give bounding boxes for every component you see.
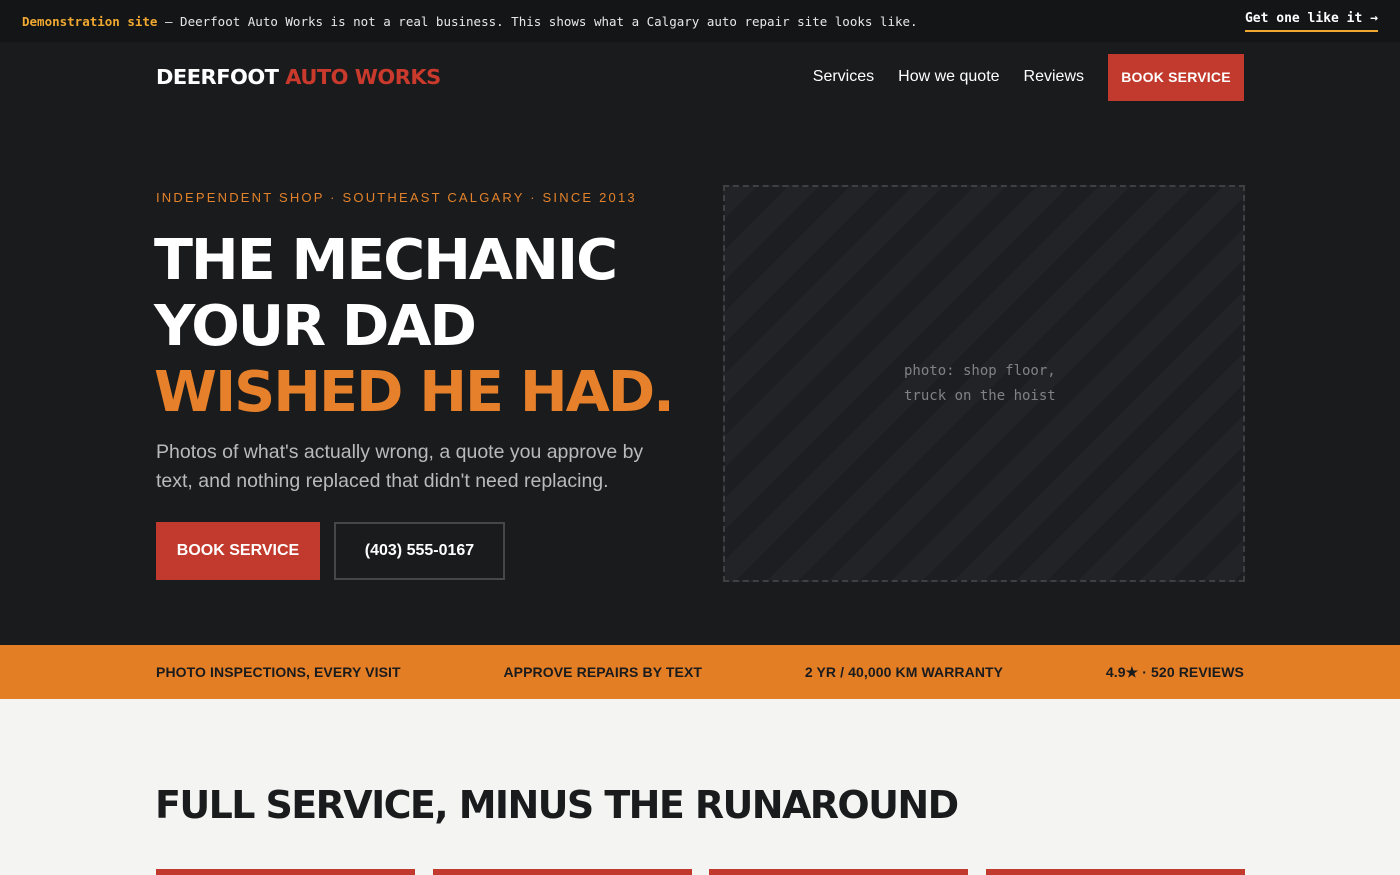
logo-accent-text: AUTO WORKS <box>285 65 441 89</box>
trust-item-photo-inspections: PHOTO INSPECTIONS, EVERY VISIT <box>156 664 401 680</box>
nav-links: Services How we quote Reviews BOOK SERVI… <box>789 53 1244 101</box>
trust-item-warranty: 2 YR / 40,000 KM WARRANTY <box>804 664 1004 680</box>
demo-message: — Deerfoot Auto Works is not a real busi… <box>157 13 918 29</box>
service-card-1[interactable] <box>156 869 415 875</box>
hero-section: INDEPENDENT SHOP · SOUTHEAST CALGARY · S… <box>0 112 1400 645</box>
headline-line-1: THE MECHANIC <box>154 228 618 293</box>
headline-line-2: YOUR DAD <box>154 294 477 359</box>
hero-phone-button[interactable]: (403) 555-0167 <box>334 522 505 580</box>
nav-link-how-we-quote[interactable]: How we quote <box>898 68 999 86</box>
service-card-2[interactable] <box>433 869 692 875</box>
trust-item-reviews: 4.9★ · 520 REVIEWS <box>1105 663 1244 680</box>
demo-banner-text: Demonstration site — Deerfoot Auto Works… <box>22 14 918 29</box>
demo-banner: Demonstration site — Deerfoot Auto Works… <box>0 0 1400 42</box>
headline-line-3: WISHED HE HAD. <box>154 360 675 425</box>
service-card-3[interactable] <box>709 869 968 875</box>
nav-link-reviews[interactable]: Reviews <box>1024 68 1084 86</box>
nav-book-service-button[interactable]: BOOK SERVICE <box>1108 53 1244 101</box>
demo-label: Demonstration site <box>22 13 158 29</box>
trust-item-approve-by-text: APPROVE REPAIRS BY TEXT <box>503 664 703 680</box>
hero-subtext: Photos of what's actually wrong, a quote… <box>156 441 644 492</box>
nav-link-services[interactable]: Services <box>813 68 874 86</box>
hero-headline: THE MECHANIC YOUR DAD WISHED HE HAD. <box>154 228 714 426</box>
photo-caption-line-1: photo: shop floor, <box>904 362 1056 379</box>
trust-bar: PHOTO INSPECTIONS, EVERY VISIT APPROVE R… <box>0 645 1400 699</box>
photo-caption-line-2: truck on the hoist <box>904 387 1056 404</box>
hero-photo-placeholder: photo: shop floor, truck on the hoist <box>723 185 1245 582</box>
services-section: FULL SERVICE, MINUS THE RUNAROUND <box>0 699 1400 875</box>
top-navigation: DEERFOOT AUTO WORKS Services How we quot… <box>0 42 1400 112</box>
site-logo[interactable]: DEERFOOT AUTO WORKS <box>156 65 441 89</box>
hero-book-service-button[interactable]: BOOK SERVICE <box>156 522 320 580</box>
services-title: FULL SERVICE, MINUS THE RUNAROUND <box>155 783 959 827</box>
photo-caption: photo: shop floor, truck on the hoist <box>904 359 1064 409</box>
logo-main-text: DEERFOOT <box>156 65 286 89</box>
get-one-like-it-link[interactable]: Get one like it → <box>1244 11 1378 32</box>
service-card-4[interactable] <box>986 869 1245 875</box>
hero-eyebrow: INDEPENDENT SHOP · SOUTHEAST CALGARY · S… <box>156 190 637 205</box>
